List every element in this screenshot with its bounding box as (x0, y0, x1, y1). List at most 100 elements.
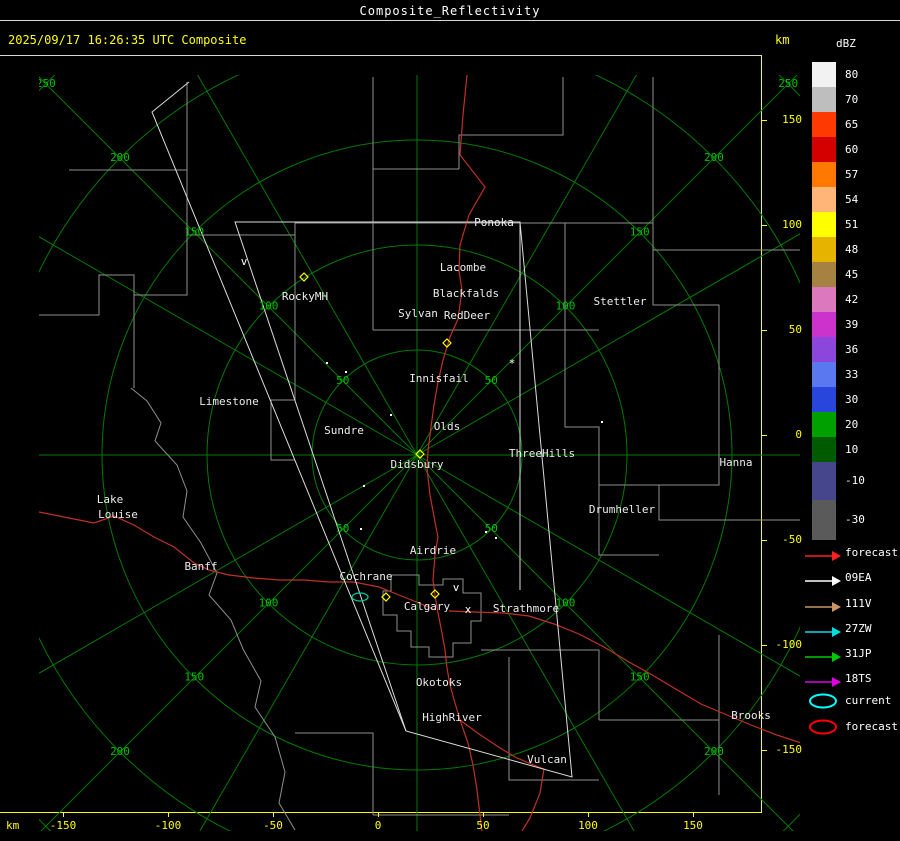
axis-tick (168, 812, 169, 817)
radar-app-window: Composite_Reflectivity 2025/09/17 16:26:… (0, 0, 900, 841)
point-marker (389, 414, 392, 416)
radar-map: 5010015020025050100150200250501001502005… (0, 0, 900, 841)
axis-tick-label: 0 (795, 428, 802, 441)
storm-vector-glyph: * (508, 357, 515, 370)
county-boundary (598, 420, 720, 486)
colorbar-swatch (812, 387, 836, 412)
colorbar-value-label: 51 (845, 217, 859, 231)
axis-tick (762, 120, 767, 121)
range-label: 100 (258, 596, 278, 609)
colorbar-swatch (812, 437, 836, 462)
arrow-icon (805, 677, 841, 687)
legend-arrow-icon (804, 598, 842, 612)
colorbar-value-label: 42 (845, 292, 859, 306)
colorbar-swatch (812, 262, 836, 287)
timestamp-label: 2025/09/17 16:26:35 UTC Composite (8, 33, 247, 47)
axis-tick (762, 540, 767, 541)
legend-ellipse-icon (804, 692, 842, 710)
colorbar-value-label: -30 (845, 513, 865, 526)
colorbar-swatch (812, 137, 836, 162)
colorbar-value-label: 30 (845, 392, 859, 406)
city-label: Drumheller (588, 503, 655, 516)
city-label: Didsbury (390, 458, 443, 471)
axis-tick (762, 750, 767, 751)
colorbar-value-label: 65 (845, 117, 859, 131)
colorbar-value-label: 33 (845, 367, 859, 381)
ellipse-icon (809, 693, 837, 709)
axis-tick-label: -150 (775, 743, 803, 756)
city-label: Cochrane (339, 570, 392, 583)
colorbar-swatch (812, 162, 836, 187)
legend-label: current (845, 694, 892, 707)
axis-tick-label: 100 (578, 819, 598, 832)
arrow-icon (805, 602, 841, 612)
axis-tick-label: -100 (154, 819, 182, 832)
axis-tick-label: 150 (782, 113, 802, 126)
legend-label: 27ZW (845, 622, 872, 635)
axis-tick (63, 812, 64, 817)
city-label: Okotoks (415, 676, 461, 689)
colorbar-swatch (812, 362, 836, 387)
legend-arrow-icon (804, 547, 842, 561)
colorbar-title: dBZ (836, 37, 856, 50)
title-divider (0, 20, 900, 21)
point-marker (484, 531, 487, 533)
ellipse-outline (809, 693, 837, 709)
arrow-head (832, 576, 841, 586)
colorbar-value-label: 70 (845, 92, 859, 106)
range-label: 100 (258, 300, 278, 313)
axis-tick (693, 812, 694, 817)
colorbar-swatch (812, 62, 836, 87)
range-label: 50 (484, 522, 497, 535)
storm-vector-glyph: v (452, 581, 459, 594)
colorbar-value-label: 39 (845, 317, 859, 331)
county-boundary (382, 574, 482, 658)
axis-tick (588, 812, 589, 817)
range-label: 150 (629, 225, 649, 238)
county-boundary (564, 223, 600, 485)
arrow-head (832, 677, 841, 687)
arrow-head (832, 602, 841, 612)
axis-tick (483, 812, 484, 817)
colorbar-value-label: 10 (845, 442, 859, 456)
city-label: Sylvan (398, 307, 438, 320)
axis-tick (273, 812, 274, 817)
range-label: 200 (110, 151, 130, 164)
colorbar-value-label: 57 (845, 167, 859, 181)
point-marker (325, 362, 328, 364)
point-marker (600, 421, 603, 423)
city-label: Ponoka (474, 216, 514, 229)
axis-tick-label: -50 (782, 533, 802, 546)
colorbar-value-label: 20 (845, 417, 859, 431)
colorbar-swatch (812, 337, 836, 362)
arrow-icon (805, 551, 841, 561)
point-marker (362, 485, 365, 487)
county-boundary (294, 732, 374, 815)
arrow-head (832, 652, 841, 662)
legend-label: 18TS (845, 672, 872, 685)
ellipse-outline (809, 719, 837, 735)
colorbar-swatch (812, 112, 836, 137)
bottom-axis-unit-label: km (6, 819, 20, 832)
legend-label: 09EA (845, 571, 872, 584)
range-label: 50 (336, 374, 349, 387)
highway-line (448, 610, 801, 744)
city-label: Sundre (324, 424, 364, 437)
range-label: 50 (336, 522, 349, 535)
storm-vector-glyph: x (464, 603, 471, 616)
county-boundary (598, 719, 720, 795)
city-label: Banff (184, 560, 217, 573)
city-label: RedDeer (443, 309, 490, 322)
legend-label: forecast (845, 720, 898, 733)
bottom-axis: km -150 -100 -50 0 50 100 150 (0, 812, 762, 841)
legend-label: 111V (845, 597, 872, 610)
county-boundary (652, 223, 720, 420)
axis-tick-label: -100 (775, 638, 803, 651)
colorbar-value-label: 80 (845, 67, 859, 81)
colorbar-swatch (812, 87, 836, 112)
legend-arrow-icon (804, 648, 842, 662)
city-label: Limestone (199, 395, 259, 408)
axis-tick-label: 0 (374, 819, 382, 832)
city-label: Lacombe (439, 261, 485, 274)
axis-tick (762, 645, 767, 646)
